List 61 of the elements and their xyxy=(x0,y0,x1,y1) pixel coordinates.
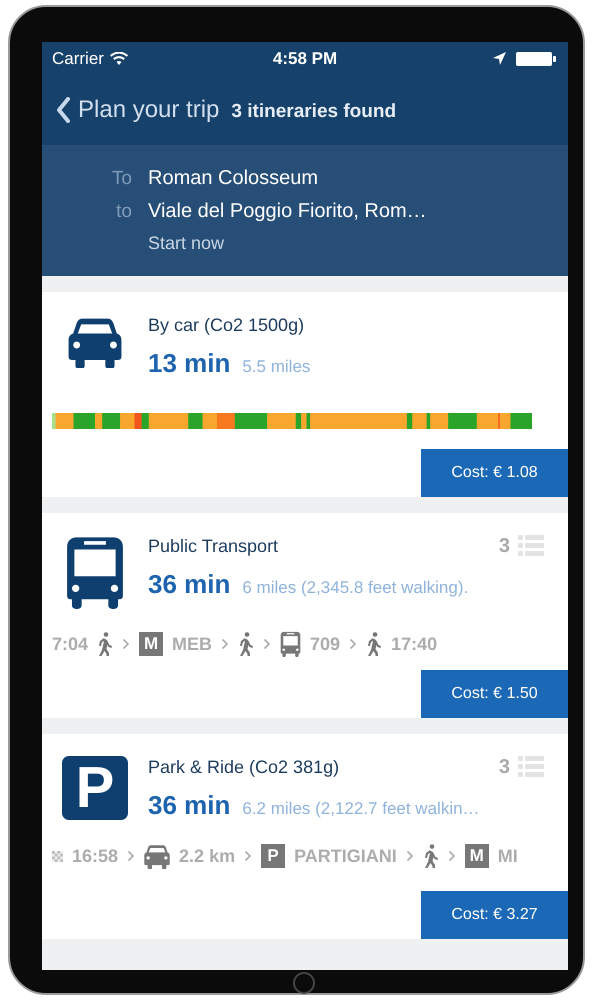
duration: 36 min xyxy=(148,790,230,821)
departure-time[interactable]: Start now xyxy=(148,233,224,254)
step-label: PARTIGIANI xyxy=(294,846,397,866)
step-label: 7:04 xyxy=(52,634,88,654)
step-label: 709 xyxy=(310,634,340,654)
distance: 6.2 miles (2,122.7 feet walkin… xyxy=(242,799,480,819)
step-label: MI xyxy=(498,846,518,866)
chevron-icon xyxy=(221,638,230,650)
parking-icon: P xyxy=(62,756,128,820)
car-icon xyxy=(144,843,170,869)
itinerary-title: Park & Ride (Co2 381g) xyxy=(148,756,340,778)
chevron-icon xyxy=(406,850,414,862)
step-count: 3 xyxy=(498,756,510,778)
step-label: 16:58 xyxy=(72,846,118,866)
place-name: Roman Colosseum xyxy=(148,167,318,190)
station-badge: M xyxy=(139,632,164,656)
distance: 6 miles (2,345.8 feet walking). xyxy=(242,578,468,598)
itinerary-title: Public Transport xyxy=(148,536,278,556)
distance: 5.5 miles xyxy=(242,357,310,377)
list-icon xyxy=(518,535,544,557)
back-button[interactable]: Plan your trip xyxy=(56,96,220,124)
itinerary-card[interactable]: By car (Co2 1500g) 13 min 5.5 miles Cost: € 1.08 xyxy=(42,292,568,497)
chevron-icon xyxy=(244,850,252,862)
station-badge: M xyxy=(464,844,489,868)
battery-icon xyxy=(516,52,556,66)
bus-icon xyxy=(280,631,302,657)
wifi-icon xyxy=(110,52,128,65)
bus-icon xyxy=(65,535,125,609)
chevron-icon xyxy=(122,638,130,650)
list-icon xyxy=(518,756,544,778)
cost-button[interactable]: Cost: € 1.50 xyxy=(421,670,568,718)
step-label: 2.2 km xyxy=(179,846,236,866)
itinerary-title: By car (Co2 1500g) xyxy=(148,314,304,336)
cost-button[interactable]: Cost: € 3.27 xyxy=(421,891,568,939)
station-badge: P xyxy=(261,844,286,868)
route-label: To xyxy=(110,168,132,190)
step-label: 17:40 xyxy=(391,634,438,654)
duration: 13 min xyxy=(148,348,230,379)
chevron-icon xyxy=(349,638,358,650)
itinerary-card[interactable]: P Park & Ride (Co2 381g) 3 36 min 6.2 miles (2,122.7 feet walkin… 16:58 2.2 km P PARTIGIANI M MI Cost: € 3.27 xyxy=(42,734,568,939)
page-title: 3 itineraries found xyxy=(231,100,396,122)
route-label: to xyxy=(115,201,132,223)
chevron-icon xyxy=(127,850,136,862)
step-label: MEB xyxy=(172,634,212,654)
chevron-icon xyxy=(263,638,272,650)
status-time: 4:58 PM xyxy=(272,48,338,68)
walking-person-icon xyxy=(97,632,114,656)
step-count: 3 xyxy=(498,534,510,558)
location-arrow-icon xyxy=(493,52,506,65)
itinerary-card[interactable]: Public Transport 3 36 min 6 miles (2,345.8 feet walking). 7:04 M MEB 709 17:40 Cost: € 1.50 xyxy=(42,513,568,718)
duration: 36 min xyxy=(148,569,230,600)
walking-person-icon xyxy=(366,632,382,656)
home-button[interactable] xyxy=(293,972,315,994)
place-name: Viale del Poggio Fiorito, Rom… xyxy=(148,200,427,223)
cost-button[interactable]: Cost: € 1.08 xyxy=(421,449,568,497)
walking-person-icon xyxy=(238,632,254,656)
carrier-name: Carrier xyxy=(52,48,104,68)
back-chevron-icon xyxy=(56,97,70,123)
checkered-flag-icon xyxy=(52,850,63,862)
walking-person-icon xyxy=(422,844,439,868)
chevron-icon xyxy=(448,850,456,862)
